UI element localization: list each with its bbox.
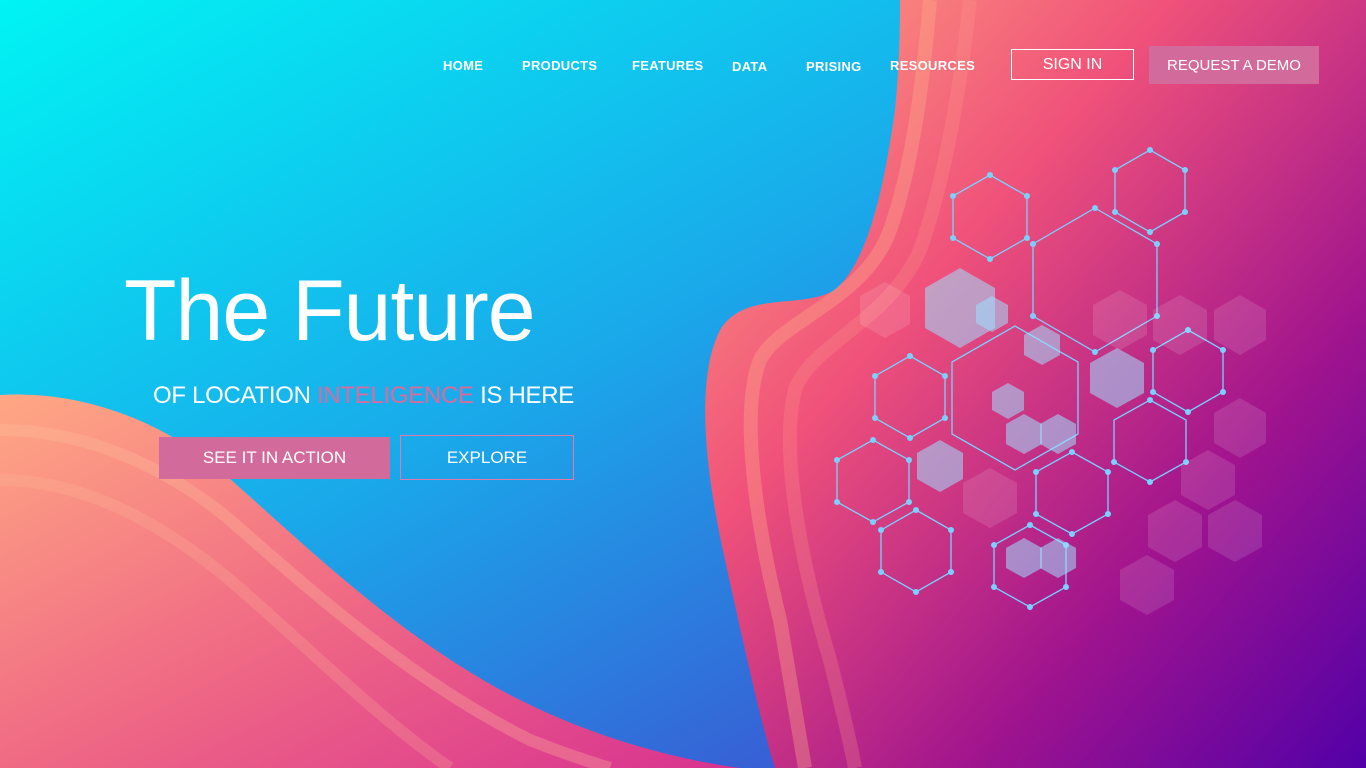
nav-home[interactable]: HOME — [443, 58, 483, 73]
hero-subtitle: OF LOCATION INTELIGENCE IS HERE — [153, 382, 574, 410]
request-demo-button[interactable]: REQUEST A DEMO — [1149, 46, 1319, 84]
hero-subtitle-accent: INTELIGENCE — [316, 382, 474, 409]
nav-products[interactable]: PRODUCTS — [522, 58, 597, 73]
hero-title: The Future — [124, 263, 536, 359]
nav-features[interactable]: FEATURES — [632, 58, 704, 73]
nav-resources[interactable]: RESOURCES — [890, 58, 975, 73]
sign-in-button[interactable]: SIGN IN — [1011, 49, 1134, 80]
see-it-in-action-button[interactable]: SEE IT IN ACTION — [159, 437, 390, 479]
explore-button[interactable]: EXPLORE — [400, 435, 574, 480]
hero-subtitle-post: IS HERE — [473, 382, 574, 409]
hero-subtitle-pre: OF LOCATION — [153, 382, 317, 409]
nav-prising[interactable]: PRISING — [806, 59, 862, 74]
nav-data[interactable]: DATA — [732, 59, 767, 74]
